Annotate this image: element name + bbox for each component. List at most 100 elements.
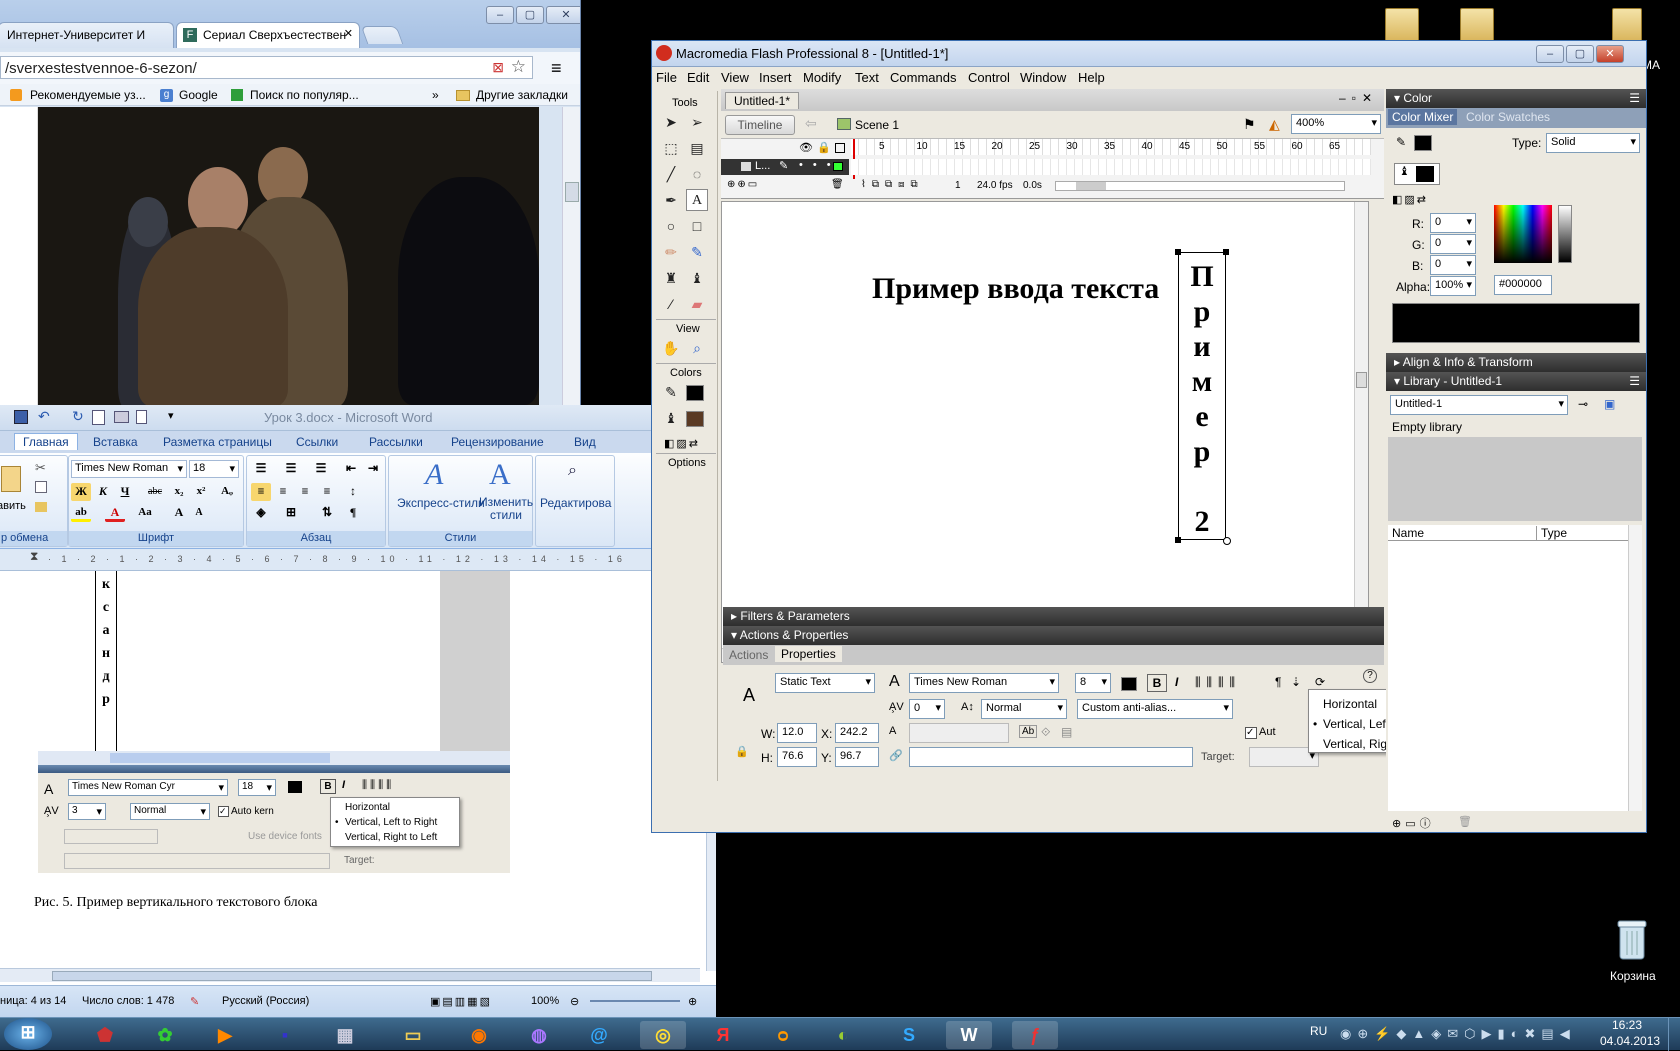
autokern-checkbox[interactable]: ✓ — [1245, 727, 1257, 739]
eraser-tool[interactable]: ▰ — [686, 293, 708, 315]
minimize-button[interactable]: – — [486, 6, 514, 24]
library-select[interactable]: Untitled-1 — [1390, 395, 1568, 415]
paragraph-format-button[interactable]: ¶ — [1275, 675, 1281, 689]
font-size-select[interactable]: 18 — [189, 460, 239, 478]
format-painter-icon[interactable] — [35, 502, 47, 512]
taskbar-calc-icon[interactable]: ▦ — [322, 1021, 368, 1049]
col-name[interactable]: Name — [1392, 526, 1424, 540]
tray-icons[interactable]: ◉⊕⚡◆▲◈✉⬡▶▮◐✖▤◀ — [1340, 1026, 1576, 1042]
desktop-folder-icon[interactable] — [1612, 8, 1642, 42]
numbering-button[interactable]: ☰ — [281, 460, 301, 478]
close-button[interactable]: ✕ — [1596, 45, 1624, 63]
menu-file[interactable]: File — [656, 70, 677, 85]
doc-hscrollbar[interactable] — [0, 968, 700, 982]
selectable-button[interactable]: Ab — [1019, 725, 1038, 738]
copy-icon[interactable] — [35, 481, 47, 493]
chrome-menu-icon[interactable]: ≡ — [551, 58, 562, 79]
status-lang[interactable]: Русский (Россия) — [222, 995, 309, 1007]
editing-label[interactable]: Редактирова — [540, 496, 611, 510]
new-library-icon[interactable]: ▣ — [1604, 397, 1615, 411]
width-input[interactable]: 12.0 — [777, 723, 817, 743]
library-delete-icon[interactable]: 🗑 — [1458, 815, 1472, 828]
doc-tab[interactable]: Untitled-1* — [725, 92, 800, 109]
zoom-in-icon[interactable]: ⊕ — [688, 995, 697, 1008]
taskbar-yandex-icon[interactable]: Я — [700, 1021, 746, 1049]
hand-tool[interactable]: ✋ — [660, 337, 682, 359]
desktop-folder-icon[interactable] — [1385, 8, 1419, 42]
rotate-button[interactable]: ⟳ — [1315, 675, 1325, 689]
color-mode-icons[interactable]: ◧▨⇄ — [1392, 193, 1428, 206]
save-icon[interactable] — [14, 410, 28, 424]
x-input[interactable]: 242.2 — [835, 723, 879, 743]
red-input[interactable]: 0 — [1430, 213, 1476, 233]
bookmark-star-icon[interactable]: ☆ — [511, 57, 526, 77]
clear-format-button[interactable]: Aᵩ — [217, 483, 237, 501]
tracking-input[interactable]: 0 — [909, 699, 945, 719]
maximize-button[interactable]: ▢ — [516, 6, 544, 24]
library-panel-title[interactable]: ▾ Library - Untitled-1 ☰ — [1386, 372, 1646, 391]
fill-color-swatch[interactable] — [686, 411, 704, 427]
color-panel-title[interactable]: ▾ Color ☰ — [1386, 89, 1646, 108]
taskbar-app-icon[interactable]: ◐ — [820, 1021, 866, 1049]
new-doc-icon[interactable] — [136, 410, 147, 424]
taskbar-app-icon[interactable]: ✿ — [142, 1021, 188, 1049]
tab-page-layout[interactable]: Разметка страницы — [163, 435, 272, 449]
document-area[interactable]: ксандр A Times New Roman Cyr 18 B I ⫼⫼⫼⫼… — [0, 571, 716, 985]
fill-swatch[interactable] — [1416, 166, 1434, 182]
menu-modify[interactable]: Modify — [803, 70, 841, 85]
color-spectrum[interactable] — [1494, 205, 1552, 263]
find-icon[interactable]: ⌕ — [568, 462, 577, 480]
align-buttons[interactable]: ⫼⫼⫼⫼ — [1195, 675, 1241, 690]
align-left-button[interactable]: ≡ — [251, 483, 271, 501]
close-button[interactable]: ✕ — [546, 6, 580, 24]
new-tab-button[interactable] — [360, 26, 404, 44]
taskbar-app-icon[interactable]: ◍ — [516, 1021, 562, 1049]
filters-panel-title[interactable]: ▸ Filters & Parameters — [723, 607, 1384, 626]
frame-ruler[interactable]: 5 10 15 20 25 30 35 40 45 50 55 60 65 — [851, 139, 1371, 155]
pin-library-icon[interactable]: ⊸ — [1578, 397, 1588, 411]
grow-font-button[interactable]: A — [169, 504, 189, 522]
shading-button[interactable]: ◈ — [251, 504, 271, 522]
text-color-swatch[interactable] — [1121, 677, 1137, 691]
tab-properties[interactable]: Properties — [775, 646, 842, 662]
menu-window[interactable]: Window — [1020, 70, 1066, 85]
char-position-select[interactable]: Normal — [981, 699, 1067, 719]
zoom-out-icon[interactable]: ⊖ — [570, 995, 579, 1008]
paint-bucket-tool[interactable]: ♝ — [686, 267, 708, 289]
menu-commands[interactable]: Commands — [890, 70, 956, 85]
italic-button[interactable]: К — [93, 483, 113, 501]
menu-control[interactable]: Control — [968, 70, 1010, 85]
bookmark-item[interactable]: Рекомендуемые уз... — [30, 88, 146, 102]
onion-icons[interactable]: ⌇⧉⧉⧈⧉ — [861, 179, 924, 190]
brightness-slider[interactable] — [1558, 205, 1572, 263]
free-transform-tool[interactable]: ⬚ — [660, 137, 682, 159]
font-select[interactable]: Times New Roman — [909, 673, 1059, 693]
recycle-bin-icon[interactable] — [1614, 917, 1650, 961]
borders-button[interactable]: ⊞ — [281, 504, 301, 522]
font-size-input[interactable]: 8 — [1075, 673, 1111, 693]
tab-references[interactable]: Ссылки — [296, 435, 338, 449]
taskbar-save-icon[interactable]: ▪ — [262, 1021, 308, 1049]
fill-color-icon[interactable]: ♝ — [660, 407, 682, 429]
align-right-button[interactable]: ≡ — [295, 483, 315, 501]
stage[interactable]: Пример ввода текста Пример 2 — [721, 201, 1370, 663]
timeline-hscroll[interactable] — [1055, 181, 1345, 191]
blue-input[interactable]: 0 — [1430, 255, 1476, 275]
delete-layer-icon[interactable]: 🗑 — [831, 179, 844, 190]
status-page[interactable]: ница: 4 из 14 — [0, 995, 66, 1007]
tab-color-mixer[interactable]: Color Mixer — [1388, 109, 1458, 125]
status-words[interactable]: Число слов: 1 478 — [82, 995, 174, 1007]
print-icon[interactable] — [114, 411, 129, 423]
show-marks-button[interactable]: ¶ — [343, 504, 363, 522]
taskbar-firefox-icon[interactable]: ◉ — [456, 1021, 502, 1049]
spellcheck-icon[interactable]: ✎ — [190, 995, 199, 1008]
menu-view[interactable]: View — [721, 70, 749, 85]
change-styles-label[interactable]: Изменить стили — [479, 496, 533, 522]
tab-home[interactable]: Главная — [14, 433, 78, 450]
superscript-button[interactable]: x² — [191, 483, 211, 501]
taskbar-flash-icon[interactable]: ƒ — [1012, 1021, 1058, 1049]
italic-button[interactable]: I — [1175, 675, 1178, 689]
text-direction-button[interactable]: ⇣ — [1291, 675, 1301, 689]
align-center-button[interactable]: ≡ — [273, 483, 293, 501]
col-type[interactable]: Type — [1536, 526, 1567, 540]
